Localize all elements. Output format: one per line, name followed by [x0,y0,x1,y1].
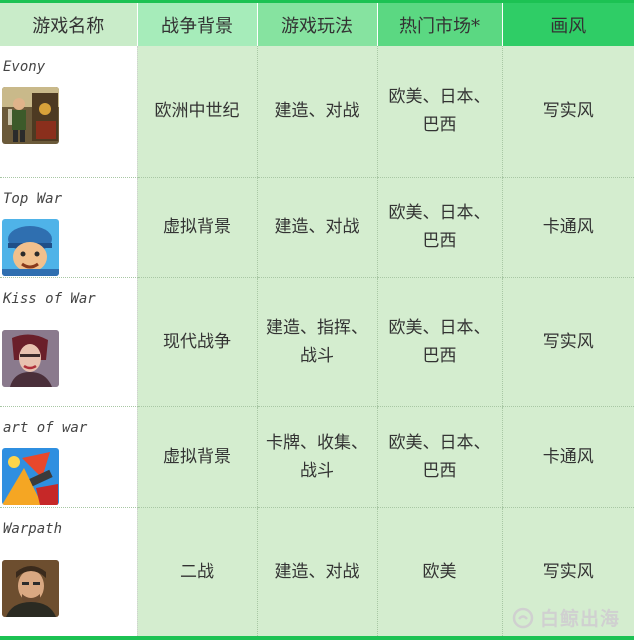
gameplay-cell: 建造、对战 [256,177,377,278]
game-name-cell: Evony [0,46,138,178]
header-hot-market: 热门市场* [376,0,502,46]
table-row: Evony 欧洲中世纪 建造、对战 欧美、日本、 巴西 写实风 [0,46,634,178]
header-gameplay: 游戏玩法 [256,0,377,46]
game-comparison-table: 游戏名称 战争背景 游戏玩法 热门市场* 画风 Evony 欧洲中世纪 建造、对… [0,0,634,640]
game-name-cell: Warpath [0,507,138,640]
market-cell: 欧美、日本、 巴西 [376,46,502,178]
art-style-cell: 写实风 [501,277,634,407]
warpath-game-icon [2,559,59,617]
table-row: art of war 虚拟背景 卡牌、收集、 战斗 欧美、日本、 巴西 卡通风 [0,406,634,508]
art-of-war-game-icon [2,447,59,505]
market-cell: 欧美、日本、 巴西 [376,177,502,278]
header-war-background: 战争背景 [136,0,257,46]
market-cell: 欧美、日本、 巴西 [376,277,502,407]
war-background-cell: 虚拟背景 [136,177,257,278]
gameplay-cell: 卡牌、收集、 战斗 [256,406,377,508]
art-style-cell: 卡通风 [501,406,634,508]
top-war-game-icon [2,218,59,276]
game-name: Kiss of War [3,290,96,307]
war-background-cell: 虚拟背景 [136,406,257,508]
table-header-row: 游戏名称 战争背景 游戏玩法 热门市场* 画风 [0,0,634,46]
art-style-cell: 写实风 [501,46,634,178]
war-background-cell: 二战 [136,507,257,640]
table-row: Top War 虚拟背景 建造、对战 欧美、日本、 巴西 卡通风 [0,177,634,278]
war-background-cell: 欧洲中世纪 [136,46,257,178]
evony-game-icon [2,87,59,144]
watermark-text: 白鲸出海 [539,608,620,630]
game-name: Warpath [3,520,63,537]
art-style-cell: 卡通风 [501,177,634,278]
market-cell: 欧美 [376,507,502,640]
game-name-cell: Top War [0,177,138,278]
header-art-style: 画风 [501,0,634,46]
watermark: 白鲸出海 [512,604,620,631]
game-name-cell: art of war [0,406,138,508]
game-name: art of war [3,419,88,436]
market-cell: 欧美、日本、 巴西 [376,406,502,508]
gameplay-cell: 建造、对战 [256,507,377,640]
game-name: Evony [3,59,46,75]
game-name-cell: Kiss of War [0,277,138,407]
game-name: Top War [3,190,63,207]
table-row: Kiss of War 现代战争 建造、指挥、 战斗 欧美、日本、 巴西 写实风 [0,277,634,407]
game-comparison-table-wrapper: 游戏名称 战争背景 游戏玩法 热门市场* 画风 Evony 欧洲中世纪 建造、对… [0,0,634,641]
gameplay-cell: 建造、对战 [256,46,377,178]
whale-logo-icon [512,607,534,628]
kiss-of-war-game-icon [2,329,59,387]
gameplay-cell: 建造、指挥、 战斗 [256,277,377,407]
war-background-cell: 现代战争 [136,277,257,407]
header-game-name: 游戏名称 [0,0,137,46]
